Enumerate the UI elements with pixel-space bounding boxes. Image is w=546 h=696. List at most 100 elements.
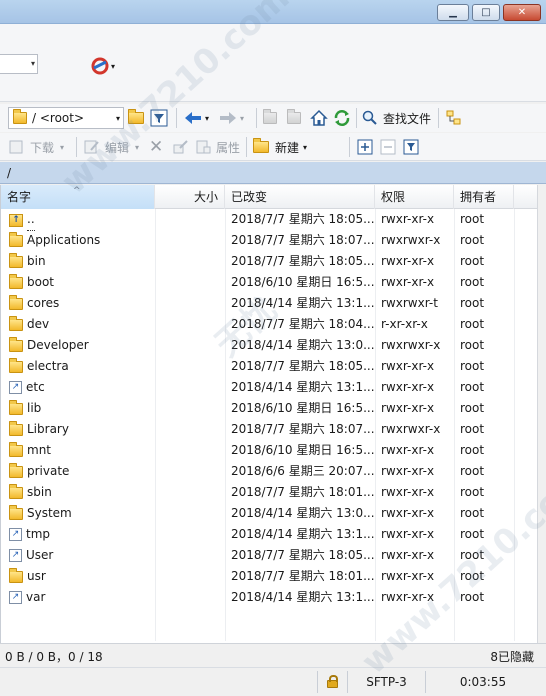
table-row[interactable]: Applications 2018/7/7 星期六 18:07... rwxrwxr… <box>1 230 538 251</box>
table-row[interactable]: electra 2018/7/7 星期六 18:05... rwxr-xr-x roo… <box>1 356 538 377</box>
folder-icon <box>9 483 23 499</box>
table-row[interactable]: Library 2018/7/7 星期六 18:07... rwxrwxr-x roo… <box>1 419 538 440</box>
select-all-button[interactable] <box>357 136 373 158</box>
delete-button[interactable]: ✕ <box>149 136 163 158</box>
table-row[interactable]: private 2018/6/6 星期三 20:07... rwxr-xr-x roo… <box>1 461 538 482</box>
hidden-count[interactable]: 8已隐藏 <box>490 648 534 665</box>
sort-ascending-icon: ^ <box>73 186 81 196</box>
owner-cell: root <box>460 254 485 268</box>
sync-button[interactable]: ▾ <box>90 55 115 77</box>
column-header-name[interactable]: 名字 ^ <box>1 185 155 209</box>
file-name: electra <box>27 359 69 373</box>
table-row[interactable]: boot 2018/6/10 星期日 16:5... rwxr-xr-x root <box>1 272 538 293</box>
unselect-button[interactable] <box>380 136 396 158</box>
table-row[interactable]: ↗ var 2018/4/14 星期六 13:1... rwxr-xr-x root <box>1 587 538 608</box>
table-row[interactable]: ↑.. 2018/7/7 星期六 18:05... rwxr-xr-x root <box>1 209 538 231</box>
chevron-down-icon: ▾ <box>240 113 245 123</box>
table-row[interactable]: mnt 2018/6/10 星期日 16:5... rwxr-xr-x root <box>1 440 538 461</box>
path-combo[interactable]: / <root> ▾ <box>8 107 124 129</box>
encryption-indicator[interactable] <box>317 671 347 693</box>
rights-cell: rwxr-xr-x <box>381 485 435 499</box>
file-name: Applications <box>27 233 101 247</box>
symlink-icon: ↗ <box>9 591 22 604</box>
file-name-cell: sbin <box>9 482 154 503</box>
chevron-down-icon: ▾ <box>111 61 116 71</box>
table-row[interactable]: cores 2018/4/14 星期六 13:1... rwxrwxr-t root <box>1 293 538 314</box>
table-row[interactable]: bin 2018/7/7 星期六 18:05... rwxr-xr-x root <box>1 251 538 272</box>
filter-button[interactable] <box>150 107 168 129</box>
rename-button[interactable] <box>172 136 190 158</box>
owner-cell: root <box>460 506 485 520</box>
folder-icon <box>9 252 23 268</box>
filter-icon <box>403 139 419 155</box>
root-dir-button[interactable] <box>287 107 301 129</box>
owner-cell: root <box>460 422 485 436</box>
properties-button[interactable]: 属性 <box>195 136 240 158</box>
rights-cell: rwxr-xr-x <box>381 569 435 583</box>
close-button[interactable]: ✕ <box>503 4 541 21</box>
open-folder-button[interactable] <box>128 107 144 129</box>
home-icon <box>310 109 328 126</box>
chevron-down-icon: ▾ <box>30 59 35 68</box>
symlink-icon: ↗ <box>9 549 22 562</box>
file-name: bin <box>27 254 46 268</box>
home-button[interactable] <box>310 107 328 129</box>
table-row[interactable]: Developer 2018/4/14 星期六 13:0... rwxrwxr-x r… <box>1 335 538 356</box>
table-row[interactable]: dev 2018/7/7 星期六 18:04... r-xr-xr-x root <box>1 314 538 335</box>
minimize-button[interactable]: ▁ <box>437 4 469 21</box>
forward-button[interactable]: ▾ <box>219 107 244 129</box>
parent-folder-icon <box>263 109 277 124</box>
parent-dir-button[interactable] <box>263 107 277 129</box>
rights-cell: rwxr-xr-x <box>381 275 435 289</box>
vertical-scrollbar[interactable] <box>537 185 546 643</box>
modified-cell: 2018/4/14 星期六 13:1... <box>231 590 375 604</box>
download-button[interactable]: 下载 ▾ <box>8 136 64 158</box>
table-row[interactable]: ↗ etc 2018/4/14 星期六 13:1... rwxr-xr-x root <box>1 377 538 398</box>
modified-cell: 2018/7/7 星期六 18:05... <box>231 212 375 226</box>
column-size-label: 大小 <box>193 190 218 204</box>
modified-cell: 2018/6/10 星期日 16:5... <box>231 275 375 289</box>
file-name-cell: electra <box>9 356 154 377</box>
column-header-rights[interactable]: 权限 <box>375 185 454 209</box>
rights-cell: rwxr-xr-x <box>381 527 435 541</box>
rights-cell: rwxr-xr-x <box>381 506 435 520</box>
download-icon <box>9 140 23 154</box>
modified-cell: 2018/4/14 星期六 13:1... <box>231 380 375 394</box>
tree-toggle-button[interactable] <box>445 107 463 129</box>
edit-button[interactable]: 编辑 ▾ <box>83 136 139 158</box>
find-files-button[interactable]: 查找文件 <box>362 107 431 129</box>
folder-icon <box>9 504 23 520</box>
table-row[interactable]: System 2018/4/14 星期六 13:0... rwxr-xr-x root <box>1 503 538 524</box>
owner-cell: root <box>460 527 485 541</box>
action-toolbar: 下载 ▾ 编辑 ▾ ✕ 属性 新建 ▾ <box>0 133 546 161</box>
path-combo-value: / <root> <box>32 111 85 125</box>
table-row[interactable]: ↗ User 2018/7/7 星期六 18:05... rwxr-xr-x root <box>1 545 538 566</box>
rights-cell: rwxr-xr-x <box>381 254 435 268</box>
back-button[interactable]: ▾ <box>184 107 209 129</box>
tree-icon <box>446 110 461 125</box>
file-name: var <box>26 590 46 604</box>
owner-cell: root <box>460 569 485 583</box>
download-label: 下载 <box>30 140 55 155</box>
title-bar: ▁ □ ✕ <box>0 0 546 24</box>
table-row[interactable]: usr 2018/7/7 星期六 18:01... rwxr-xr-x root <box>1 566 538 587</box>
filter-select-button[interactable] <box>403 136 419 158</box>
table-row[interactable]: ↗ tmp 2018/4/14 星期六 13:1... rwxr-xr-x root <box>1 524 538 545</box>
top-toolbar: ▾ ▾ <box>0 24 546 102</box>
modified-cell: 2018/4/14 星期六 13:0... <box>231 506 375 520</box>
file-name-cell: Applications <box>9 230 154 251</box>
maximize-button[interactable]: □ <box>472 4 500 21</box>
session-timer: 0:03:55 <box>425 671 540 693</box>
refresh-button[interactable] <box>333 107 351 129</box>
owner-cell: root <box>460 401 485 415</box>
column-header-changed[interactable]: 已改变 <box>225 185 375 209</box>
column-header-owner[interactable]: 拥有者 <box>454 185 514 209</box>
column-header-size[interactable]: 大小 <box>155 185 225 209</box>
table-row[interactable]: sbin 2018/7/7 星期六 18:01... rwxr-xr-x root <box>1 482 538 503</box>
file-name: lib <box>27 401 42 415</box>
new-button[interactable]: 新建 ▾ <box>253 136 307 158</box>
table-row[interactable]: lib 2018/6/10 星期日 16:5... rwxr-xr-x root <box>1 398 538 419</box>
session-combo[interactable]: ▾ <box>0 54 38 74</box>
refresh-icon <box>334 110 350 126</box>
lock-icon <box>327 675 338 688</box>
